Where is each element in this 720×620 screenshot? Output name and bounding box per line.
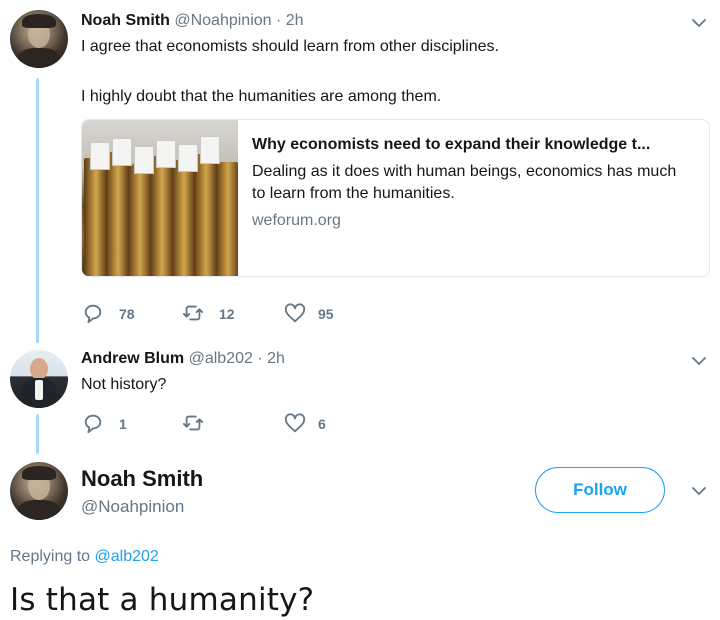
tweet-text: Not history? (81, 376, 167, 393)
like-icon[interactable] (284, 412, 306, 434)
author-handle[interactable]: @alb202 (189, 350, 253, 367)
avatar[interactable] (10, 350, 68, 408)
like-icon[interactable] (284, 302, 306, 324)
retweet-count: 12 (219, 306, 235, 322)
reply-count: 78 (119, 306, 135, 322)
tweet-text: I agree that economists should learn fro… (81, 38, 499, 55)
avatar[interactable] (10, 462, 68, 520)
replying-to-handle[interactable]: @alb202 (95, 548, 159, 565)
tweet-text: I highly doubt that the humanities are a… (81, 88, 442, 105)
card-image (82, 120, 238, 276)
reply-icon[interactable] (82, 302, 104, 324)
tweet-header: Andrew Blum @alb202 · 2h (81, 350, 285, 368)
timestamp[interactable]: · 2h (276, 12, 304, 29)
timestamp[interactable]: · 2h (257, 350, 285, 367)
reply-count: 1 (119, 416, 127, 432)
avatar[interactable] (10, 10, 68, 68)
card-title: Why economists need to expand their know… (252, 136, 651, 153)
retweet-icon[interactable] (182, 302, 204, 324)
replying-to-label: Replying to (10, 548, 91, 565)
tweet-text: Is that a humanity? (10, 582, 315, 618)
card-domain: weforum.org (252, 212, 341, 229)
author-handle[interactable]: @Noahpinion (81, 497, 184, 517)
reply-icon[interactable] (82, 412, 104, 434)
thread-line (36, 78, 39, 343)
link-card[interactable]: Why economists need to expand their know… (81, 119, 710, 277)
author-name[interactable]: Andrew Blum (81, 350, 184, 367)
chevron-down-icon[interactable] (692, 484, 706, 498)
follow-button[interactable]: Follow (535, 467, 665, 513)
card-description: Dealing as it does with human beings, ec… (252, 163, 677, 202)
like-count: 6 (318, 416, 326, 432)
author-name[interactable]: Noah Smith (81, 12, 170, 29)
thread-line (36, 414, 39, 454)
tweet-header: Noah Smith @Noahpinion · 2h (81, 12, 304, 30)
chevron-down-icon[interactable] (692, 16, 706, 30)
replying-to: Replying to @alb202 (10, 548, 159, 566)
author-handle[interactable]: @Noahpinion (174, 12, 271, 29)
author-name[interactable]: Noah Smith (81, 466, 203, 492)
like-count: 95 (318, 306, 334, 322)
retweet-icon[interactable] (182, 412, 204, 434)
chevron-down-icon[interactable] (692, 354, 706, 368)
